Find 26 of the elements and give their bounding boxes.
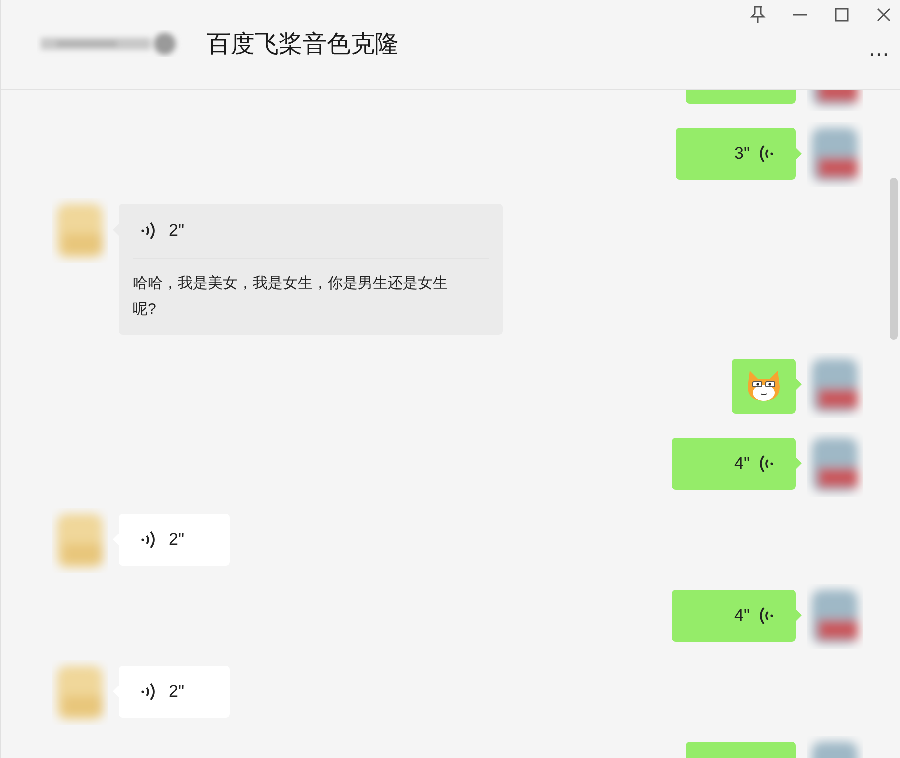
pin-icon[interactable] bbox=[750, 6, 766, 24]
voice-message[interactable]: 4" bbox=[672, 590, 796, 642]
voice-icon bbox=[760, 454, 774, 474]
sticker-message[interactable] bbox=[732, 358, 796, 414]
close-icon[interactable] bbox=[876, 7, 892, 23]
scrollbar[interactable] bbox=[890, 178, 898, 340]
transcript-text: 哈哈，我是美女，我是女生，你是男生还是女生呢? bbox=[133, 274, 449, 320]
voice-icon bbox=[141, 530, 155, 550]
bubble-tail bbox=[796, 610, 802, 622]
voice-icon bbox=[760, 144, 774, 164]
cat-face-icon bbox=[746, 369, 782, 403]
voice-message[interactable]: 3" bbox=[676, 128, 796, 180]
message-bubble[interactable]: 2" 哈哈，我是美女，我是女生，你是男生还是女生呢? bbox=[119, 204, 503, 334]
bubble-tail bbox=[796, 148, 802, 160]
window-title: 百度飞桨音色克隆 bbox=[207, 30, 399, 60]
voice-message[interactable]: 2" bbox=[119, 666, 230, 718]
voice-message[interactable]: 2" bbox=[119, 514, 230, 566]
voice-icon bbox=[760, 606, 774, 626]
more-button[interactable]: … bbox=[868, 38, 890, 60]
voice-duration: 2" bbox=[169, 220, 184, 242]
bubble-tail bbox=[796, 378, 802, 390]
voice-icon bbox=[141, 682, 155, 702]
voice-message[interactable]: 4" bbox=[672, 438, 796, 490]
bubble-tail bbox=[796, 458, 802, 470]
maximize-icon[interactable] bbox=[834, 7, 850, 23]
voice-icon bbox=[141, 220, 155, 241]
